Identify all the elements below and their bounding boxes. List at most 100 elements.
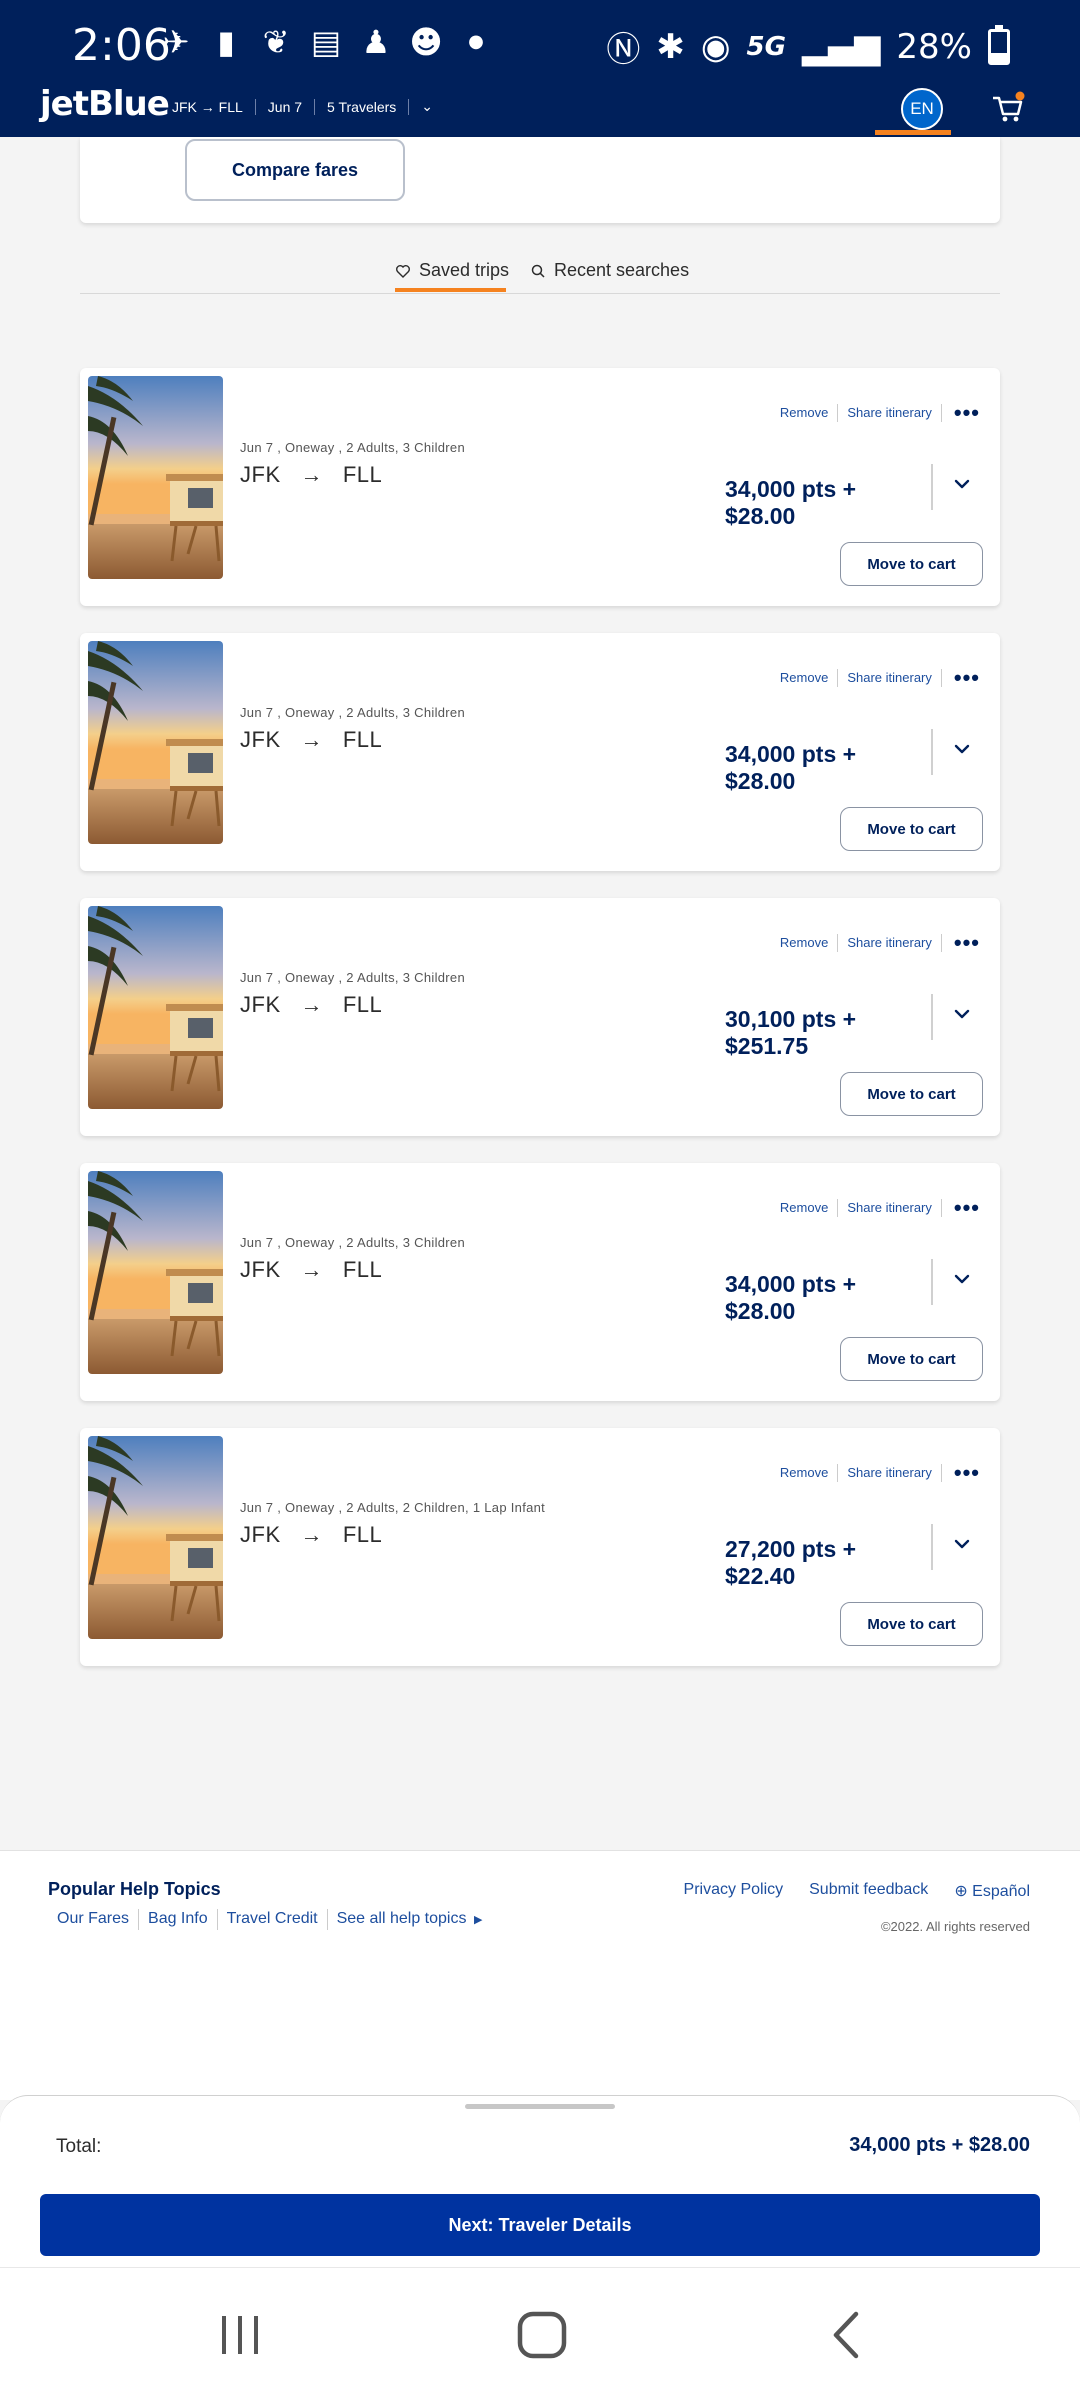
saved-trip-card-4: Remove Share itinerary ••• Jun 7 , Onewa… xyxy=(80,1163,1000,1401)
nfc-icon: Ⓝ xyxy=(606,30,641,70)
remove-link[interactable]: Remove xyxy=(780,934,839,952)
help-link-bag-info[interactable]: Bag Info xyxy=(139,1909,218,1930)
arrow-right-icon: → xyxy=(287,1522,337,1547)
trip-origin: JFK xyxy=(240,1257,281,1282)
cup-icon: ▮ xyxy=(217,23,235,61)
help-link-our-fares[interactable]: Our Fares xyxy=(48,1909,140,1930)
more-options-icon[interactable]: ••• xyxy=(942,932,980,954)
caret-right-icon: ▶ xyxy=(470,1914,483,1926)
arrow-right-icon: → xyxy=(200,98,215,115)
more-options-icon[interactable]: ••• xyxy=(942,667,980,689)
paper-plane-icon: ✈ xyxy=(162,23,190,61)
move-to-cart-button[interactable]: Move to cart xyxy=(840,1337,983,1381)
footer: Popular Help Topics Our Fares Bag Info T… xyxy=(0,1850,1080,2100)
globe-icon: ⊕ xyxy=(954,1883,968,1900)
trip-price-cash: $28.00 xyxy=(725,503,796,529)
more-options-icon[interactable]: ••• xyxy=(942,1197,980,1219)
price-divider xyxy=(931,1259,933,1305)
trip-summary[interactable]: JFK → FLL Jun 7 5 Travelers ⌄ xyxy=(172,98,433,115)
trip-destination: FLL xyxy=(342,992,383,1017)
saved-trip-card-2: Remove Share itinerary ••• Jun 7 , Onewa… xyxy=(80,633,1000,871)
move-to-cart-button[interactable]: Move to cart xyxy=(840,1602,983,1646)
trip-origin: JFK xyxy=(240,727,281,752)
trip-summary-route: JFK → FLL xyxy=(172,98,256,115)
notification-icons: ✈ ▮ ❦ ▤ ♟ ☻ ● xyxy=(158,24,494,60)
trip-meta: Jun 7 , Oneway , 2 Adults, 3 Children xyxy=(240,440,465,455)
jetblue-logo[interactable]: jetBlue xyxy=(40,84,170,124)
compare-fares-button[interactable]: Compare fares xyxy=(185,139,405,201)
beach-lifeguard-image xyxy=(88,906,223,1109)
chevron-down-icon[interactable] xyxy=(950,1267,974,1291)
remove-link[interactable]: Remove xyxy=(780,1464,839,1482)
privacy-policy-link[interactable]: Privacy Policy xyxy=(684,1881,784,1901)
remove-link[interactable]: Remove xyxy=(780,669,839,687)
chevron-down-icon[interactable] xyxy=(950,737,974,761)
trip-price-points: 34,000 pts + xyxy=(725,476,857,502)
submit-feedback-link[interactable]: Submit feedback xyxy=(809,1881,928,1901)
sheet-handle[interactable] xyxy=(465,2104,615,2109)
share-itinerary-link[interactable]: Share itinerary xyxy=(838,1199,942,1217)
trip-price: 34,000 pts + $28.00 xyxy=(725,741,856,795)
beach-lifeguard-image xyxy=(88,641,223,844)
share-itinerary-link[interactable]: Share itinerary xyxy=(838,669,942,687)
home-icon[interactable] xyxy=(512,2308,572,2362)
trip-price-points: 34,000 pts + xyxy=(725,741,857,767)
chevron-down-icon[interactable] xyxy=(950,1002,974,1026)
language-link[interactable]: ⊕ Español xyxy=(954,1881,1030,1901)
trip-destination: FLL xyxy=(342,1522,383,1547)
move-to-cart-button[interactable]: Move to cart xyxy=(840,807,983,851)
remove-link[interactable]: Remove xyxy=(780,1199,839,1217)
bluetooth-icon: ✱ xyxy=(656,26,685,67)
trip-origin: JFK xyxy=(240,462,281,487)
system-icons: Ⓝ ✱ ◉ 5G ▂▄▆ 28% xyxy=(606,22,1010,71)
trip-price-points: 27,200 pts + xyxy=(725,1536,857,1562)
price-divider xyxy=(931,994,933,1040)
arrow-right-icon: → xyxy=(287,1257,337,1282)
share-itinerary-link[interactable]: Share itinerary xyxy=(838,1464,942,1482)
tab-recent-searches[interactable]: Recent searches xyxy=(530,260,689,281)
help-link-travel-credit[interactable]: Travel Credit xyxy=(218,1909,328,1930)
saved-trip-card-5: Remove Share itinerary ••• Jun 7 , Onewa… xyxy=(80,1428,1000,1666)
back-icon[interactable] xyxy=(816,2308,876,2362)
move-to-cart-button[interactable]: Move to cart xyxy=(840,542,983,586)
remove-link[interactable]: Remove xyxy=(780,404,839,422)
trip-meta: Jun 7 , Oneway , 2 Adults, 3 Children xyxy=(240,970,465,985)
more-options-icon[interactable]: ••• xyxy=(942,402,980,424)
move-to-cart-button[interactable]: Move to cart xyxy=(840,1072,983,1116)
total-value: 34,000 pts + $28.00 xyxy=(849,2134,1030,2156)
system-navigation-bar xyxy=(0,2267,1080,2400)
footer-links: Privacy Policy Submit feedback ⊕ Español xyxy=(684,1881,1030,1901)
trip-route: JFK → FLL xyxy=(240,727,382,753)
next-traveler-details-button[interactable]: Next: Traveler Details xyxy=(40,2194,1040,2256)
trip-summary-travelers: 5 Travelers xyxy=(315,98,410,115)
help-link-see-all[interactable]: See all help topics ▶ xyxy=(328,1909,492,1930)
hotspot-icon: ◉ xyxy=(700,26,731,67)
trip-destination: FLL xyxy=(342,727,383,752)
chevron-down-icon[interactable] xyxy=(950,1532,974,1556)
bird-icon: ❦ xyxy=(262,23,290,61)
see-all-help-topics: See all help topics xyxy=(336,1910,467,1927)
chevron-down-icon[interactable]: ⌄ xyxy=(409,98,433,115)
saved-trip-card-1: Remove Share itinerary ••• Jun 7 , Onewa… xyxy=(80,368,1000,606)
beach-lifeguard-image xyxy=(88,1436,223,1639)
recent-apps-icon[interactable] xyxy=(210,2308,270,2362)
checkout-sheet: Total: 34,000 pts + $28.00 Next: Travele… xyxy=(0,2095,1080,2267)
language-underline xyxy=(875,130,951,135)
chevron-down-icon[interactable] xyxy=(950,472,974,496)
trip-route: JFK → FLL xyxy=(240,1257,382,1283)
share-itinerary-link[interactable]: Share itinerary xyxy=(838,404,942,422)
cart-icon[interactable] xyxy=(990,90,1026,126)
more-dot-icon: ● xyxy=(468,31,484,52)
app-header: 2:06 ✈ ▮ ❦ ▤ ♟ ☻ ● Ⓝ ✱ ◉ 5G ▂▄▆ 28% jetB… xyxy=(0,0,1080,137)
tab-saved-trips[interactable]: Saved trips xyxy=(395,260,509,281)
share-itinerary-link[interactable]: Share itinerary xyxy=(838,934,942,952)
summary-origin: JFK xyxy=(172,98,197,115)
language-button[interactable]: EN xyxy=(901,88,943,130)
active-tab-indicator xyxy=(395,288,506,292)
trip-actions: Remove Share itinerary ••• xyxy=(780,667,980,689)
more-options-icon[interactable]: ••• xyxy=(942,1462,980,1484)
saved-trip-card-3: Remove Share itinerary ••• Jun 7 , Onewa… xyxy=(80,898,1000,1136)
trip-meta: Jun 7 , Oneway , 2 Adults, 3 Children xyxy=(240,705,465,720)
trip-actions: Remove Share itinerary ••• xyxy=(780,402,980,424)
network-label: 5G xyxy=(746,31,786,62)
